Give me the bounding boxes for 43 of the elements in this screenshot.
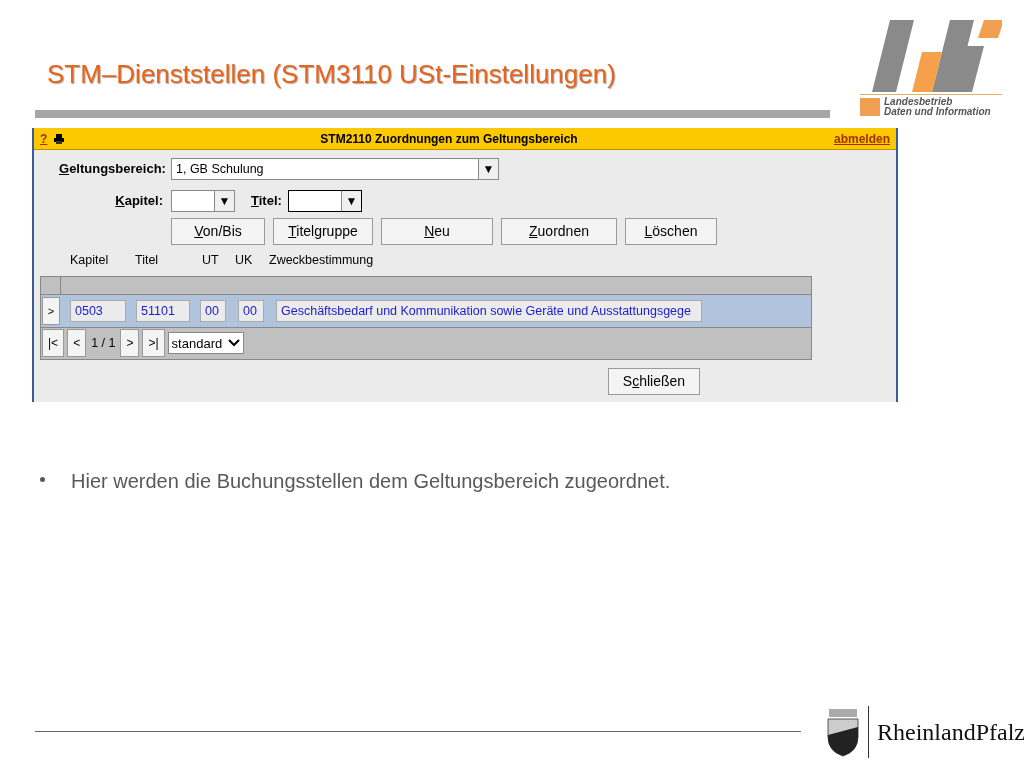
pager-button[interactable]: > xyxy=(120,329,140,358)
table-cell: 0503 xyxy=(70,299,126,322)
table-cell: 00 xyxy=(200,299,226,322)
form-button[interactable]: Zuordnen xyxy=(501,218,617,245)
column-header: Zweckbestimmung xyxy=(269,252,374,269)
table-cell: 00 xyxy=(238,299,264,322)
page-indicator: 1 / 1 xyxy=(90,334,117,352)
form-button[interactable]: Titelgruppe xyxy=(273,218,373,245)
printer-icon[interactable] xyxy=(54,133,64,144)
bullet-icon xyxy=(40,477,45,482)
column-header: Titel xyxy=(135,252,160,269)
column-header: UK xyxy=(235,252,254,269)
coat-of-arms-icon xyxy=(826,707,860,757)
logout-link[interactable]: abmelden xyxy=(834,129,890,148)
field-label: Titel: xyxy=(251,192,282,211)
form-button[interactable]: Neu xyxy=(381,218,493,245)
dropdown-field[interactable]: ▼ xyxy=(171,190,235,212)
table-cell: Geschäftsbedarf und Kommunikation sowie Geräte und Ausstattungsgege xyxy=(276,299,702,322)
state-logo-text: RheinlandPfalz xyxy=(877,718,1024,747)
help-link[interactable]: ? xyxy=(40,129,54,148)
column-header: UT xyxy=(202,252,220,269)
pager-button[interactable]: < xyxy=(67,329,87,358)
dropdown-field[interactable]: ▼ xyxy=(287,190,362,212)
logo-text: Daten und Information xyxy=(884,107,991,117)
window-title: STM2110 Zuordnungen zum Geltungsbereich xyxy=(319,130,579,148)
dropdown-field[interactable]: 1, GB Schulung ▼ xyxy=(171,158,499,180)
form-button[interactable]: Von/Bis xyxy=(171,218,265,245)
column-header: Kapitel xyxy=(70,252,110,269)
form-button[interactable]: Schließen xyxy=(608,367,700,395)
table-cell: 51101 xyxy=(136,299,190,322)
pager-button[interactable]: |< xyxy=(42,329,65,358)
row-marker-button[interactable]: > xyxy=(42,296,60,325)
pager-button[interactable]: >| xyxy=(142,329,165,358)
logo-text: Landesbetrieb xyxy=(884,97,954,107)
table-row[interactable]: > 0503 51101 00 00 Geschäftsbedarf und Kommunikation sowie Geräte und Ausstattungsgege xyxy=(41,294,811,327)
chevron-down-icon xyxy=(227,339,240,348)
field-label: Geltungsbereich: xyxy=(58,160,167,179)
form-button[interactable]: Löschen xyxy=(625,218,717,245)
bullet-text: Hier werden die Buchungsstellen dem Geltungsbereich zugeordnet. xyxy=(71,469,671,494)
logo-square-icon xyxy=(860,98,880,116)
field-label: Kapitel: xyxy=(114,192,164,211)
view-select[interactable]: standard xyxy=(167,332,244,355)
slide-title: STM–Dienststellen (STM3110 USt-Einstellungen) xyxy=(47,58,617,90)
